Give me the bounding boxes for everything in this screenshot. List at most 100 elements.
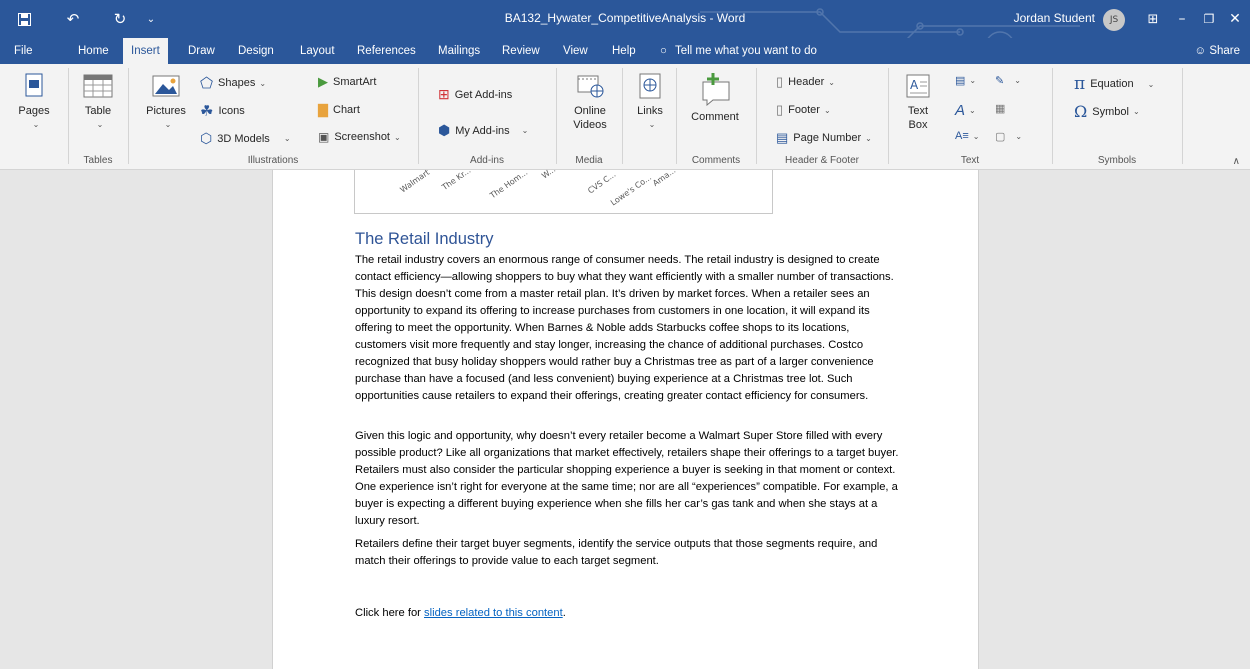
smartart-icon: ▶ (318, 74, 328, 89)
separator (888, 68, 889, 164)
avatar[interactable]: JS (1103, 9, 1125, 31)
text-box-button[interactable]: A Text Box (898, 72, 938, 132)
tab-home[interactable]: Home (70, 38, 117, 64)
omega-icon: Ω (1074, 102, 1088, 121)
my-addins-button[interactable]: ⬢ My Add-ins ⌄ (438, 122, 528, 139)
header-button[interactable]: ▯ Header ⌄ (776, 74, 835, 90)
text-box-label-1: Text (907, 105, 929, 117)
chevron-down-icon: ⌄ (828, 77, 835, 87)
chevron-down-icon: ⌄ (521, 126, 529, 135)
signature-line-button[interactable]: ✎ ⌄ (995, 74, 1021, 87)
equation-button[interactable]: π Equation ⌄ (1074, 74, 1154, 94)
screenshot-button[interactable]: ▣ Screenshot ⌄ (318, 130, 401, 144)
store-icon: ⊞ (438, 86, 450, 102)
tab-layout[interactable]: Layout (292, 38, 343, 64)
table-icon (83, 74, 113, 98)
table-button[interactable]: Table ⌄ (78, 72, 118, 132)
get-addins-button[interactable]: ⊞ Get Add-ins (438, 86, 512, 103)
online-videos-label-2: Videos (573, 119, 607, 131)
3d-models-button[interactable]: ⬡ 3D Models ⌄ (200, 130, 291, 147)
tab-insert[interactable]: Insert (123, 38, 168, 64)
chart-button[interactable]: ▇ Chart (318, 102, 360, 118)
chart-tick-label: Ama... (651, 165, 678, 188)
chevron-down-icon: ⌄ (1132, 107, 1140, 116)
date-time-button[interactable]: ▦ (995, 102, 1005, 115)
minimize-icon[interactable]: – (1168, 0, 1196, 38)
wordart-button[interactable]: A ⌄ (955, 102, 976, 119)
online-videos-button[interactable]: Online Videos (564, 72, 616, 132)
header-icon: ▯ (776, 74, 784, 89)
pictures-label: Pictures (146, 105, 186, 117)
comments-group-label: Comments (691, 155, 741, 166)
chevron-down-icon: ⌄ (96, 120, 104, 129)
shapes-icon: ⬠ (200, 75, 214, 92)
wordart-icon: A (955, 102, 966, 119)
tell-me-search[interactable]: ○ Tell me what you want to do (660, 38, 817, 64)
quick-parts-button[interactable]: ▤ ⌄ (955, 74, 976, 87)
icons-label: Icons (218, 105, 245, 117)
tab-mailings[interactable]: Mailings (430, 38, 488, 64)
smartart-button[interactable]: ▶ SmartArt (318, 74, 376, 90)
links-button[interactable]: Links ⌄ (630, 72, 670, 132)
text-group-label: Text (960, 155, 980, 166)
separator (556, 68, 557, 164)
tab-help[interactable]: Help (604, 38, 644, 64)
user-name[interactable]: Jordan Student (1014, 11, 1095, 25)
pictures-button[interactable]: Pictures ⌄ (144, 72, 188, 132)
close-icon[interactable]: ✕ (1222, 0, 1248, 38)
embedded-chart[interactable]: Walmart The Kr... The Hom... W... CVS C.… (354, 165, 773, 214)
share-button[interactable]: ☺ Share (1194, 38, 1240, 64)
tab-design[interactable]: Design (230, 38, 282, 64)
separator (1182, 68, 1183, 164)
globe-link-icon (639, 73, 661, 99)
separator (622, 68, 623, 164)
equation-label: Equation (1090, 78, 1134, 90)
chevron-down-icon: ⌄ (865, 133, 872, 143)
table-label: Table (84, 105, 112, 117)
comment-icon (702, 73, 730, 107)
ribbon: Pages ⌄ Table ⌄ Tables Pictures ⌄ ⬠ Shape… (0, 64, 1250, 170)
cube-icon: ⬡ (200, 130, 213, 146)
pages-button[interactable]: Pages ⌄ (14, 72, 54, 132)
page-number-button[interactable]: ▤ Page Number ⌄ (776, 130, 872, 146)
comment-label: Comment (691, 111, 739, 123)
tab-file[interactable]: File (6, 38, 41, 64)
object-button[interactable]: ▢ ⌄ (995, 130, 1022, 143)
chart-tick-label: The Kr... (440, 165, 473, 193)
lightbulb-icon: ○ (660, 45, 667, 57)
drop-cap-button[interactable]: A≡ ⌄ (955, 130, 979, 142)
ribbon-display-icon[interactable]: ⊞ (1138, 0, 1168, 38)
get-addins-label: Get Add-ins (454, 88, 513, 101)
paragraph: Retailers define their target buyer segm… (355, 538, 878, 567)
chart-icon: ▇ (318, 102, 328, 117)
chart-tick-label: CVS C... (586, 169, 618, 196)
chevron-down-icon: ⌄ (648, 120, 656, 129)
restore-icon[interactable]: ❐ (1196, 0, 1222, 38)
slides-link[interactable]: slides related to this content (424, 607, 563, 619)
separator (1052, 68, 1053, 164)
share-label: Share (1209, 45, 1240, 57)
media-group-label: Media (575, 155, 603, 166)
chart-tick-label: Walmart (398, 167, 432, 195)
drop-cap-icon: A≡ (955, 130, 969, 142)
chevron-down-icon: ⌄ (969, 106, 976, 115)
tell-me-label: Tell me what you want to do (674, 45, 817, 57)
paragraph: The retail industry covers an enormous r… (355, 254, 894, 402)
tab-draw[interactable]: Draw (180, 38, 223, 64)
tab-view[interactable]: View (555, 38, 596, 64)
shapes-button[interactable]: ⬠ Shapes ⌄ (200, 74, 266, 92)
click-prefix: Click here for (355, 607, 425, 619)
separator (418, 68, 419, 164)
tab-review[interactable]: Review (494, 38, 548, 64)
screenshot-icon: ▣ (318, 130, 330, 144)
tab-references[interactable]: References (349, 38, 424, 64)
screenshot-label: Screenshot (334, 131, 390, 143)
symbol-button[interactable]: Ω Symbol ⌄ (1074, 102, 1140, 121)
header-footer-group-label: Header & Footer (785, 155, 859, 166)
pages-icon (25, 73, 43, 97)
collapse-ribbon-icon[interactable]: ∧ (1233, 156, 1240, 167)
comment-button[interactable]: Comment (686, 72, 744, 124)
addin-icon: ⬢ (438, 122, 451, 138)
footer-button[interactable]: ▯ Footer ⌄ (776, 102, 831, 118)
icons-button[interactable]: ☘ Icons (200, 102, 245, 120)
